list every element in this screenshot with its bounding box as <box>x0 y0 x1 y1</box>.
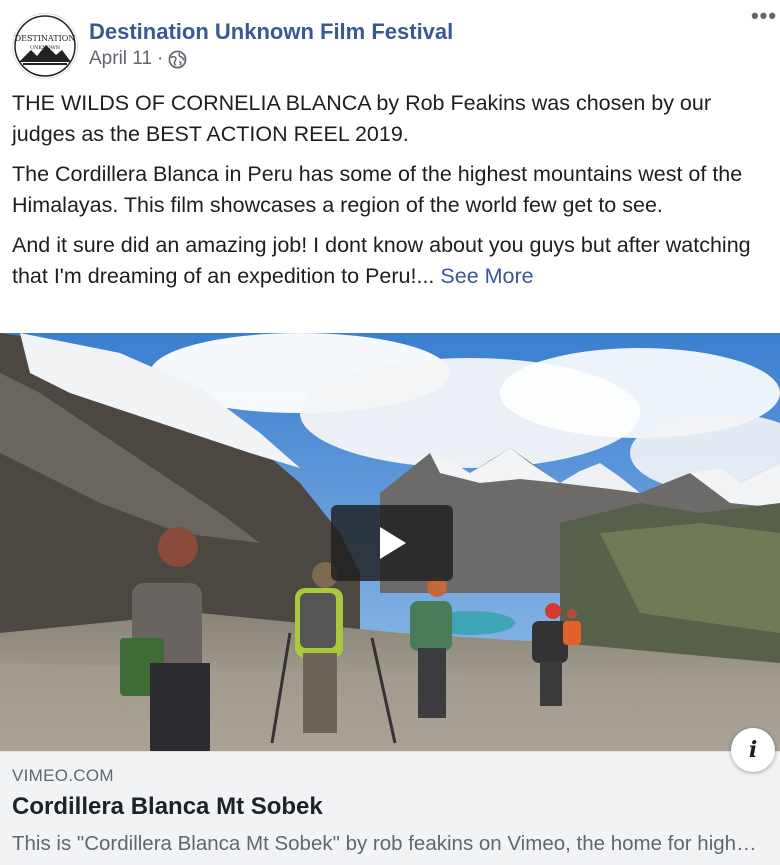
globe-icon[interactable] <box>168 50 187 69</box>
link-preview-card[interactable]: VIMEO.COM Cordillera Blanca Mt Sobek Thi… <box>0 751 780 865</box>
post-paragraph: The Cordillera Blanca in Peru has some o… <box>12 162 743 217</box>
post-paragraph-text: And it sure did an amazing job! I dont k… <box>12 233 751 288</box>
post-date[interactable]: April 11 <box>89 48 152 70</box>
play-button[interactable] <box>331 505 453 581</box>
svg-text:DESTINATION: DESTINATION <box>15 34 76 43</box>
page-avatar[interactable]: DESTINATION UNKNOWN <box>12 13 78 79</box>
link-domain: VIMEO.COM <box>12 766 114 785</box>
link-description: This is "Cordillera Blanca Mt Sobek" by … <box>12 832 760 855</box>
more-options-icon[interactable]: ••• <box>748 5 780 32</box>
link-title[interactable]: Cordillera Blanca Mt Sobek <box>12 793 323 821</box>
post-meta: April 11 · <box>89 48 187 70</box>
play-icon <box>380 527 406 559</box>
festival-logo: DESTINATION UNKNOWN <box>14 15 76 77</box>
post-header: DESTINATION UNKNOWN Destination Unknown … <box>0 0 780 88</box>
info-icon[interactable]: i <box>731 728 775 772</box>
meta-separator: · <box>157 48 164 69</box>
post-text: THE WILDS OF CORNELIA BLANCA by Rob Feak… <box>12 88 772 301</box>
post-paragraph: And it sure did an amazing job! I dont k… <box>12 230 772 291</box>
page-name-link[interactable]: Destination Unknown Film Festival <box>89 19 453 45</box>
see-more-link[interactable]: See More <box>440 264 533 288</box>
post-paragraph: THE WILDS OF CORNELIA BLANCA by Rob Feak… <box>12 91 712 146</box>
